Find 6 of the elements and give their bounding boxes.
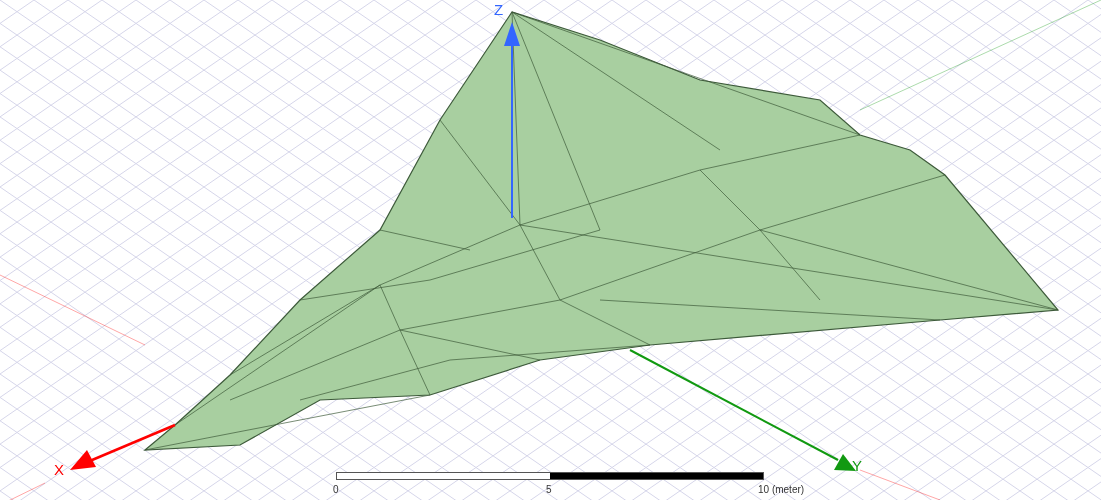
axis-label: Z xyxy=(494,2,504,17)
axis-label: X xyxy=(54,462,64,477)
scale-label: 10 (meter) xyxy=(758,485,805,495)
axis-label: Y xyxy=(852,458,862,473)
scale-label: 5 xyxy=(546,485,552,495)
scale-label: 0 xyxy=(333,485,339,495)
